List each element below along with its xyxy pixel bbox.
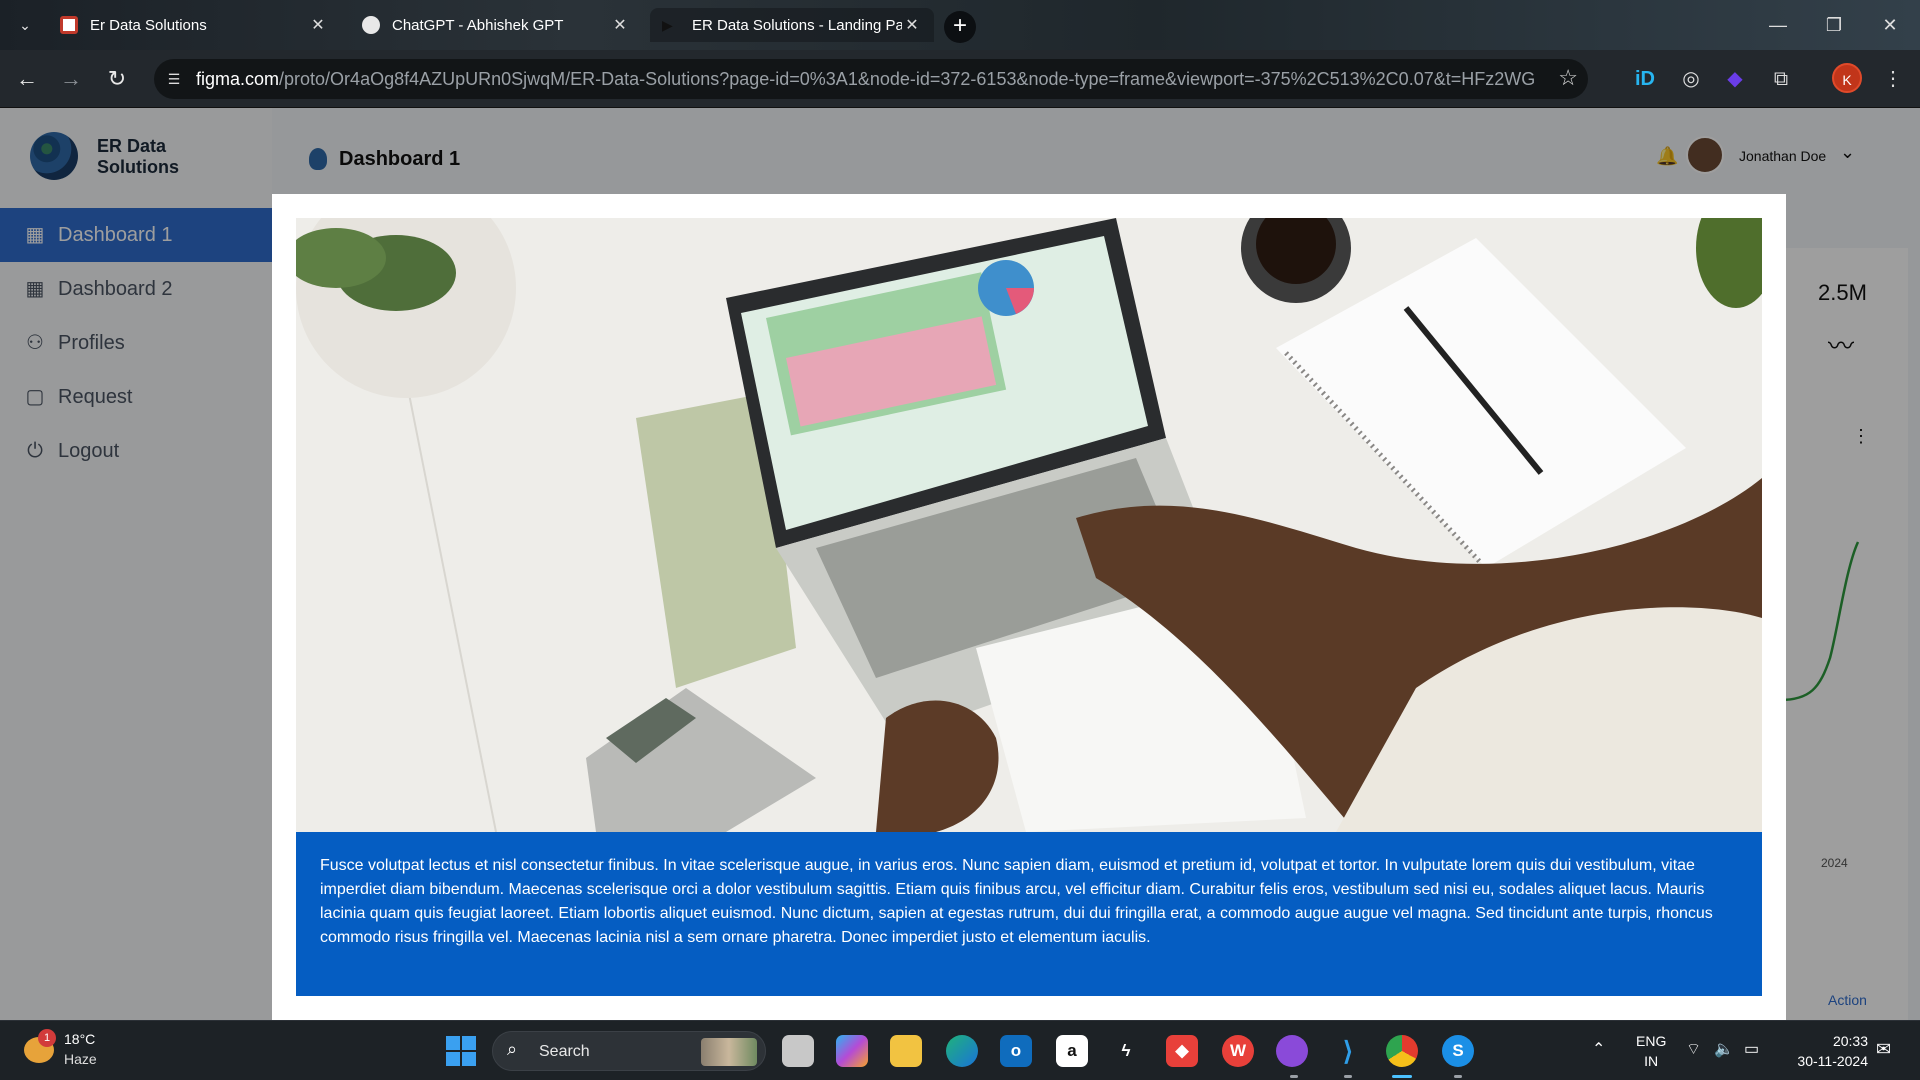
windows-taskbar: 1 18°C Haze ⌕ Search o a ϟ ◆ W ⟩ S ⌃ ENG…	[0, 1020, 1920, 1080]
amazon-icon[interactable]: a	[1056, 1035, 1088, 1067]
modal-photo	[296, 218, 1762, 832]
tab-title: ChatGPT - Abhishek GPT	[392, 16, 564, 34]
minimize-window-icon[interactable]: —	[1750, 0, 1806, 50]
browser-toolbar: ← → ↻ ☰ figma.com/proto/Or4aOg8f4AZUpURn…	[0, 50, 1920, 108]
temperature[interactable]: 18°C	[64, 1031, 95, 1047]
id-extension-icon[interactable]: iD	[1630, 64, 1660, 94]
tab-title: ER Data Solutions - Landing Pa	[692, 16, 902, 34]
running-indicator	[1344, 1075, 1352, 1078]
search-highlight-image	[701, 1038, 757, 1066]
language-indicator[interactable]: ENG IN	[1636, 1031, 1666, 1071]
url-domain: figma.com	[196, 69, 280, 89]
caption-text: Fusce volutpat lectus et nisl consectetu…	[320, 857, 1713, 946]
time: 20:33	[1832, 1033, 1868, 1049]
close-tab-icon[interactable]: ✕	[308, 15, 328, 35]
url-text[interactable]: figma.com/proto/Or4aOg8f4AZUpURn0SjwqM/E…	[196, 69, 1536, 90]
weather-condition[interactable]: Haze	[64, 1051, 97, 1067]
extensions-puzzle-icon[interactable]: ⧉	[1766, 64, 1796, 94]
forward-arrow-icon[interactable]: →	[56, 64, 86, 94]
chrome-icon[interactable]	[1386, 1035, 1418, 1067]
url-path: /proto/Or4aOg8f4AZUpURn0SjwqM/ER-Data-So…	[279, 69, 1536, 89]
close-tab-icon[interactable]: ✕	[902, 15, 922, 35]
notifications-icon[interactable]: ✉	[1876, 1039, 1891, 1060]
image-modal: Fusce volutpat lectus et nisl consectetu…	[272, 194, 1786, 1020]
region-code: IN	[1644, 1053, 1659, 1069]
profile-avatar[interactable]: K	[1832, 63, 1862, 93]
volume-icon[interactable]: 🔈	[1714, 1039, 1734, 1059]
tab-title: Er Data Solutions	[90, 16, 207, 34]
task-view-icon[interactable]	[782, 1035, 814, 1067]
desk-illustration	[296, 218, 1762, 832]
file-explorer-icon[interactable]	[890, 1035, 922, 1067]
outlook-icon[interactable]: o	[1000, 1035, 1032, 1067]
restore-window-icon[interactable]: ❐	[1806, 0, 1862, 50]
show-hidden-icons-icon[interactable]: ⌃	[1592, 1039, 1605, 1059]
back-arrow-icon[interactable]: ←	[12, 64, 42, 94]
weather-badge: 1	[38, 1029, 56, 1047]
battery-icon[interactable]: ▭	[1744, 1039, 1759, 1059]
running-indicator	[1454, 1075, 1462, 1078]
browser-tab[interactable]: Er Data Solutions ✕	[48, 8, 340, 42]
github-icon[interactable]	[1276, 1035, 1308, 1067]
bookmark-star-icon[interactable]: ☆	[1558, 65, 1578, 91]
tab-search-icon[interactable]: ⌄	[14, 14, 36, 36]
er-data-favicon-icon	[60, 16, 78, 34]
browser-tab-strip: ⌄ Er Data Solutions ✕ ChatGPT - Abhishek…	[0, 0, 1920, 50]
lightning-app-icon[interactable]: ϟ	[1110, 1035, 1142, 1067]
diamond-extension-icon[interactable]: ◆	[1720, 64, 1750, 94]
active-indicator	[1392, 1075, 1412, 1078]
wps-office-icon[interactable]: W	[1222, 1035, 1254, 1067]
anydesk-icon[interactable]: ◆	[1166, 1035, 1198, 1067]
copilot-icon[interactable]	[836, 1035, 868, 1067]
date: 30-11-2024	[1797, 1053, 1868, 1069]
browser-tab[interactable]: ChatGPT - Abhishek GPT ✕	[350, 8, 642, 42]
figma-favicon-icon: ▶	[662, 17, 673, 33]
target-extension-icon[interactable]: ◎	[1676, 64, 1706, 94]
site-info-icon[interactable]: ☰	[160, 65, 188, 93]
edge-icon[interactable]	[946, 1035, 978, 1067]
close-window-icon[interactable]: ✕	[1862, 0, 1918, 50]
address-bar[interactable]: ☰ figma.com/proto/Or4aOg8f4AZUpURn0SjwqM…	[154, 59, 1588, 99]
browser-tab-active[interactable]: ▶ ER Data Solutions - Landing Pa ✕	[650, 8, 934, 42]
reload-icon[interactable]: ↻	[102, 64, 132, 94]
language-code: ENG	[1636, 1033, 1667, 1049]
search-icon: ⌕	[507, 1039, 518, 1059]
windows-start-icon[interactable]	[446, 1036, 476, 1066]
close-tab-icon[interactable]: ✕	[610, 15, 630, 35]
vscode-icon[interactable]: ⟩	[1332, 1035, 1364, 1067]
modal-caption: Fusce volutpat lectus et nisl consectetu…	[296, 832, 1762, 996]
chatgpt-favicon-icon	[362, 16, 380, 34]
taskbar-search[interactable]: ⌕ Search	[492, 1031, 766, 1071]
new-tab-button[interactable]: +	[944, 11, 976, 43]
search-label: Search	[539, 1043, 590, 1060]
taskbar-clock[interactable]: 20:33 30-11-2024	[1788, 1031, 1868, 1071]
wifi-icon[interactable]: ⌔	[1686, 1039, 1701, 1059]
chrome-menu-icon[interactable]: ⋮	[1878, 64, 1908, 94]
running-indicator	[1290, 1075, 1298, 1078]
skype-icon[interactable]: S	[1442, 1035, 1474, 1067]
